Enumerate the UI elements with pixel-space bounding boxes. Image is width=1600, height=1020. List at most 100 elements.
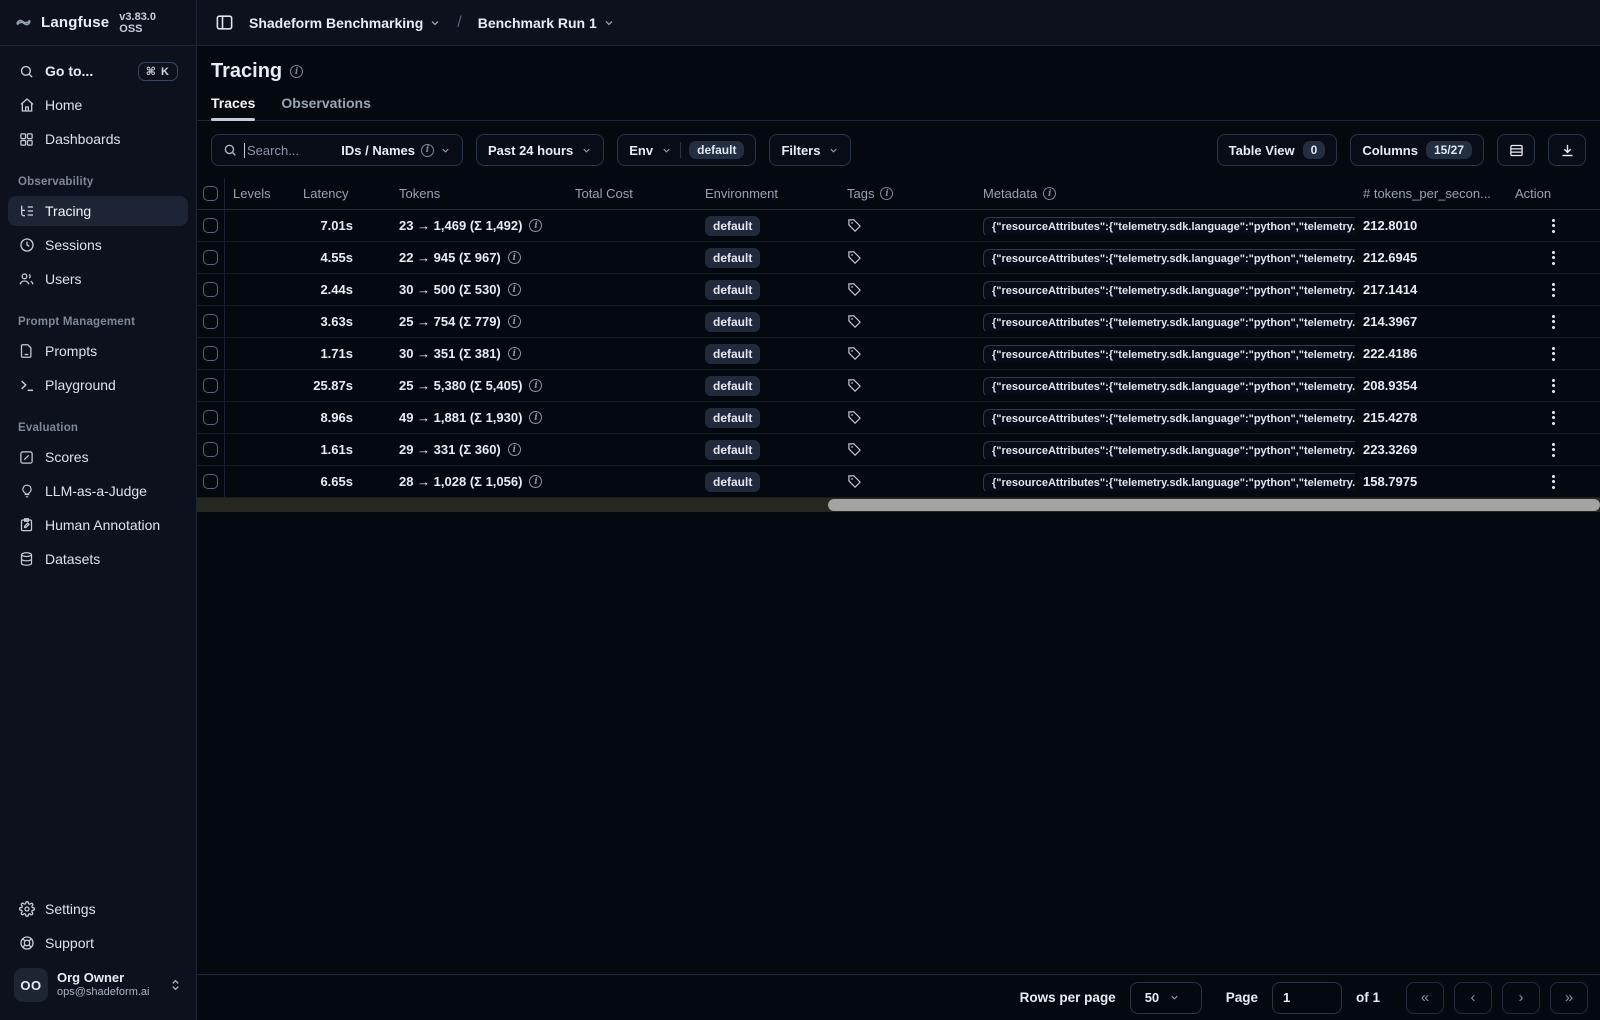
sidebar-item-scores[interactable]: Scores bbox=[8, 442, 188, 472]
env-filter-dropdown[interactable]: Env default bbox=[617, 134, 757, 166]
row-height-button[interactable] bbox=[1497, 134, 1535, 166]
metadata-json[interactable]: {"resourceAttributes":{"telemetry.sdk.la… bbox=[983, 408, 1355, 427]
metadata-json[interactable]: {"resourceAttributes":{"telemetry.sdk.la… bbox=[983, 344, 1355, 363]
next-page-button[interactable]: › bbox=[1502, 981, 1540, 1014]
prev-page-button[interactable]: ‹ bbox=[1454, 981, 1492, 1014]
cell-tags[interactable] bbox=[839, 250, 975, 265]
goto-search[interactable]: Go to... ⌘ K bbox=[8, 56, 188, 86]
table-row[interactable]: 8.96s 49 → 1,881 (Σ 1,930) i default {"r… bbox=[197, 402, 1600, 434]
cell-tags[interactable] bbox=[839, 410, 975, 425]
info-icon[interactable]: i bbox=[529, 411, 543, 424]
metadata-json[interactable]: {"resourceAttributes":{"telemetry.sdk.la… bbox=[983, 280, 1355, 299]
sidebar-item-settings[interactable]: Settings bbox=[8, 894, 188, 924]
info-icon[interactable]: i bbox=[507, 251, 521, 264]
metadata-json[interactable]: {"resourceAttributes":{"telemetry.sdk.la… bbox=[983, 312, 1355, 331]
cell-tags[interactable] bbox=[839, 346, 975, 361]
page-info-icon[interactable]: i bbox=[290, 65, 304, 78]
info-icon[interactable]: i bbox=[507, 315, 521, 328]
horizontal-scrollbar[interactable] bbox=[197, 498, 1600, 512]
metadata-json[interactable]: {"resourceAttributes":{"telemetry.sdk.la… bbox=[983, 248, 1355, 267]
breadcrumb-project[interactable]: Shadeform Benchmarking bbox=[249, 15, 441, 31]
tag-icon[interactable] bbox=[847, 346, 967, 361]
kebab-menu-icon[interactable] bbox=[1515, 314, 1592, 329]
cell-tags[interactable] bbox=[839, 474, 975, 489]
kebab-menu-icon[interactable] bbox=[1515, 410, 1592, 425]
col-tokens[interactable]: Tokens bbox=[391, 186, 567, 201]
col-tokens-per-second[interactable]: # tokens_per_secon... bbox=[1355, 186, 1507, 201]
first-page-button[interactable]: « bbox=[1406, 981, 1444, 1014]
tag-icon[interactable] bbox=[847, 474, 967, 489]
tag-icon[interactable] bbox=[847, 218, 967, 233]
table-row[interactable]: 1.71s 30 → 351 (Σ 381) i default {"resou… bbox=[197, 338, 1600, 370]
columns-button[interactable]: Columns 15/27 bbox=[1350, 134, 1484, 166]
kebab-menu-icon[interactable] bbox=[1515, 474, 1592, 489]
scrollbar-thumb[interactable] bbox=[828, 499, 1600, 511]
select-all-checkbox[interactable] bbox=[203, 186, 218, 201]
kebab-menu-icon[interactable] bbox=[1515, 346, 1592, 361]
row-checkbox[interactable] bbox=[203, 474, 218, 489]
metadata-json[interactable]: {"resourceAttributes":{"telemetry.sdk.la… bbox=[983, 216, 1355, 235]
sidebar-item-sessions[interactable]: Sessions bbox=[8, 230, 188, 260]
table-row[interactable]: 25.87s 25 → 5,380 (Σ 5,405) i default {"… bbox=[197, 370, 1600, 402]
tag-icon[interactable] bbox=[847, 282, 967, 297]
row-checkbox[interactable] bbox=[203, 442, 218, 457]
tag-icon[interactable] bbox=[847, 314, 967, 329]
col-latency[interactable]: Latency bbox=[295, 186, 391, 201]
info-icon[interactable]: i bbox=[529, 379, 543, 392]
table-row[interactable]: 1.61s 29 → 331 (Σ 360) i default {"resou… bbox=[197, 434, 1600, 466]
cell-metadata[interactable]: {"resourceAttributes":{"telemetry.sdk.la… bbox=[975, 472, 1355, 491]
sidebar-item-playground[interactable]: Playground bbox=[8, 370, 188, 400]
sidebar-toggle-icon[interactable] bbox=[211, 10, 237, 36]
sidebar-item-users[interactable]: Users bbox=[8, 264, 188, 294]
kebab-menu-icon[interactable] bbox=[1515, 218, 1592, 233]
info-icon[interactable]: i bbox=[507, 443, 521, 456]
cell-tags[interactable] bbox=[839, 442, 975, 457]
tag-icon[interactable] bbox=[847, 410, 967, 425]
cell-metadata[interactable]: {"resourceAttributes":{"telemetry.sdk.la… bbox=[975, 440, 1355, 459]
cell-metadata[interactable]: {"resourceAttributes":{"telemetry.sdk.la… bbox=[975, 344, 1355, 363]
metadata-json[interactable]: {"resourceAttributes":{"telemetry.sdk.la… bbox=[983, 440, 1355, 459]
tag-icon[interactable] bbox=[847, 250, 967, 265]
metadata-json[interactable]: {"resourceAttributes":{"telemetry.sdk.la… bbox=[983, 376, 1355, 395]
page-number-input[interactable] bbox=[1271, 981, 1342, 1014]
sidebar-item-support[interactable]: Support bbox=[8, 928, 188, 958]
row-checkbox[interactable] bbox=[203, 282, 218, 297]
cell-tags[interactable] bbox=[839, 282, 975, 297]
row-checkbox[interactable] bbox=[203, 314, 218, 329]
sidebar-item-datasets[interactable]: Datasets bbox=[8, 544, 188, 574]
table-row[interactable]: 4.55s 22 → 945 (Σ 967) i default {"resou… bbox=[197, 242, 1600, 274]
export-button[interactable] bbox=[1548, 134, 1586, 166]
tag-icon[interactable] bbox=[847, 378, 967, 393]
col-metadata[interactable]: Metadata i bbox=[975, 186, 1355, 201]
rows-per-page-select[interactable]: 50 bbox=[1129, 981, 1202, 1014]
row-checkbox[interactable] bbox=[203, 218, 218, 233]
cell-metadata[interactable]: {"resourceAttributes":{"telemetry.sdk.la… bbox=[975, 216, 1355, 235]
row-checkbox[interactable] bbox=[203, 250, 218, 265]
last-page-button[interactable]: » bbox=[1550, 981, 1588, 1014]
sidebar-item-dashboards[interactable]: Dashboards bbox=[8, 124, 188, 154]
table-row[interactable]: 7.01s 23 → 1,469 (Σ 1,492) i default {"r… bbox=[197, 210, 1600, 242]
info-icon[interactable]: i bbox=[507, 283, 521, 296]
col-tags[interactable]: Tags i bbox=[839, 186, 975, 201]
kebab-menu-icon[interactable] bbox=[1515, 442, 1592, 457]
sidebar-item-tracing[interactable]: Tracing bbox=[8, 196, 188, 226]
kebab-menu-icon[interactable] bbox=[1515, 250, 1592, 265]
cell-tags[interactable] bbox=[839, 314, 975, 329]
search-input[interactable]: Search... IDs / Names i bbox=[211, 134, 463, 166]
sidebar-item-home[interactable]: Home bbox=[8, 90, 188, 120]
table-row[interactable]: 2.44s 30 → 500 (Σ 530) i default {"resou… bbox=[197, 274, 1600, 306]
cell-tags[interactable] bbox=[839, 218, 975, 233]
sidebar-item-human-annotation[interactable]: Human Annotation bbox=[8, 510, 188, 540]
cell-metadata[interactable]: {"resourceAttributes":{"telemetry.sdk.la… bbox=[975, 280, 1355, 299]
filters-dropdown[interactable]: Filters bbox=[769, 134, 852, 166]
info-icon[interactable]: i bbox=[529, 475, 543, 488]
col-environment[interactable]: Environment bbox=[697, 186, 839, 201]
kebab-menu-icon[interactable] bbox=[1515, 378, 1592, 393]
cell-metadata[interactable]: {"resourceAttributes":{"telemetry.sdk.la… bbox=[975, 248, 1355, 267]
info-icon[interactable]: i bbox=[507, 347, 521, 360]
table-row[interactable]: 6.65s 28 → 1,028 (Σ 1,056) i default {"r… bbox=[197, 466, 1600, 498]
tag-icon[interactable] bbox=[847, 442, 967, 457]
table-view-button[interactable]: Table View 0 bbox=[1216, 134, 1338, 166]
row-checkbox[interactable] bbox=[203, 410, 218, 425]
col-total-cost[interactable]: Total Cost bbox=[567, 186, 697, 201]
